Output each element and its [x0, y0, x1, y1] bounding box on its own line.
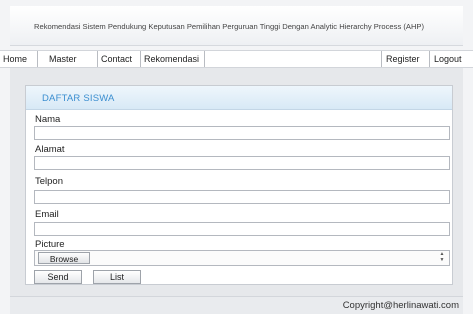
top-nav: Home Master Contact Rekomendasi Register…: [0, 50, 473, 68]
nav-rekomendasi[interactable]: Rekomendasi: [141, 51, 205, 67]
nav-logout[interactable]: Logout: [429, 51, 473, 67]
panel-header: DAFTAR SISWA: [26, 86, 452, 110]
send-button[interactable]: Send: [34, 270, 82, 284]
copyright-text: Copyright@herlinawati.com: [342, 300, 459, 311]
nama-label: Nama: [35, 114, 61, 125]
nav-home[interactable]: Home: [0, 51, 38, 67]
list-button[interactable]: List: [93, 270, 141, 284]
alamat-input[interactable]: [34, 156, 450, 170]
site-title: Rekomendasi Sistem Pendukung Keputusan P…: [34, 22, 425, 31]
browse-button[interactable]: Browse: [38, 252, 90, 264]
telpon-input[interactable]: [34, 190, 450, 204]
panel-title: DAFTAR SISWA: [42, 93, 115, 104]
nav-contact[interactable]: Contact: [98, 51, 141, 67]
email-input[interactable]: [34, 222, 450, 236]
picture-file-input[interactable]: Browse ▲ ▼: [34, 250, 450, 266]
telpon-label: Telpon: [35, 176, 63, 187]
nav-register[interactable]: Register: [381, 51, 429, 67]
alamat-label: Alamat: [35, 144, 65, 155]
nav-master[interactable]: Master: [38, 51, 98, 67]
nama-input[interactable]: [34, 126, 450, 140]
arrow-down-icon[interactable]: ▼: [438, 258, 446, 263]
daftar-siswa-panel: DAFTAR SISWA Nama Alamat Telpon Email Pi…: [25, 85, 453, 285]
site-footer: Copyright@herlinawati.com: [10, 296, 463, 314]
content-area: DAFTAR SISWA Nama Alamat Telpon Email Pi…: [10, 68, 463, 296]
picture-label: Picture: [35, 239, 65, 250]
file-scroll-control[interactable]: ▲ ▼: [438, 252, 446, 264]
site-header: Rekomendasi Sistem Pendukung Keputusan P…: [10, 6, 463, 46]
email-label: Email: [35, 209, 59, 220]
